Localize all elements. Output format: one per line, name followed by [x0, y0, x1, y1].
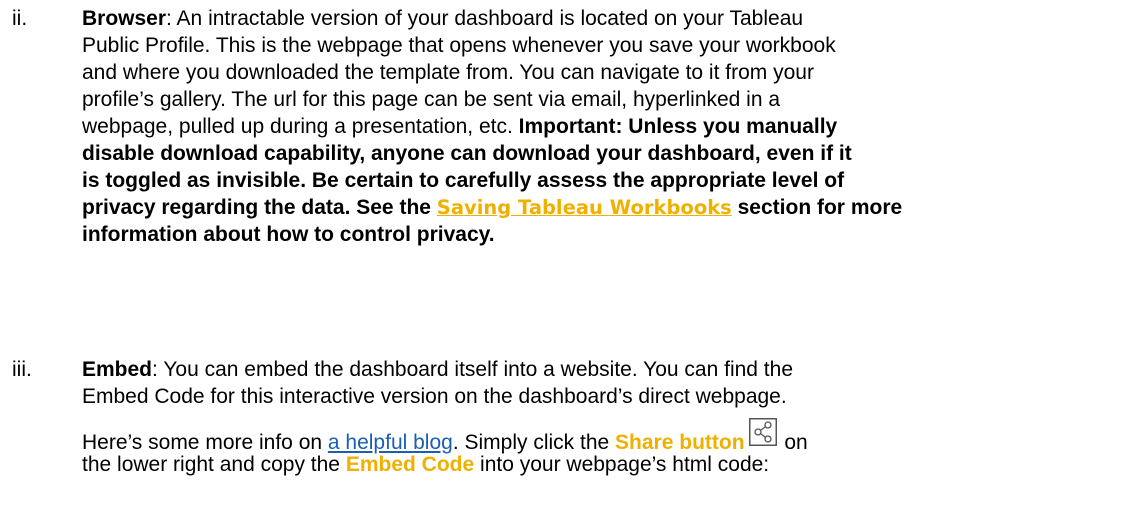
- text-line: is toggled as invisible. Be certain to c…: [82, 169, 845, 192]
- list-item-body: Embed: You can embed the dashboard itsel…: [82, 356, 1122, 478]
- share-icon-glyph: [748, 418, 777, 446]
- text-line: Browser: An intractable version of your …: [82, 5, 1122, 32]
- list-numeral: iii.: [12, 358, 32, 381]
- text-line: and where you downloaded the template fr…: [82, 61, 814, 84]
- text-line: disable download capability, anyone can …: [82, 142, 852, 165]
- list-item-body: Browser: An intractable version of your …: [82, 5, 1122, 248]
- text-line: Public Profile. This is the webpage that…: [82, 34, 836, 57]
- text-span: the lower right and copy the: [82, 453, 346, 476]
- text-line: privacy regarding the data. See the Savi…: [82, 194, 1122, 221]
- text-span: privacy regarding the data. See the: [82, 196, 437, 219]
- embed-code-label: Embed Code: [345, 453, 475, 476]
- term-embed: Embed: [82, 358, 153, 381]
- saving-workbooks-link[interactable]: Saving Tableau Workbooks: [437, 196, 732, 219]
- text-span: section for more: [731, 196, 903, 219]
- text-line: Embed: You can embed the dashboard itsel…: [82, 356, 1122, 383]
- text-span: webpage, pulled up during a presentation…: [82, 115, 519, 138]
- term-browser: Browser: [82, 7, 167, 30]
- text-line: Here’s some more info on a helpful blog.…: [82, 418, 1122, 454]
- text-span: An intractable version of your dashboard…: [171, 7, 804, 30]
- text-span: You can embed the dashboard itself into …: [157, 358, 793, 381]
- important-text: Important: Unless you manually: [518, 115, 838, 138]
- share-icon: [748, 418, 779, 451]
- text-span: on: [778, 431, 808, 454]
- text-line: profile’s gallery. The url for this page…: [82, 88, 781, 111]
- text-line: the lower right and copy the Embed Code …: [82, 451, 1122, 478]
- text-line: information about how to control privacy…: [82, 223, 495, 246]
- text-span: into your webpage’s html code:: [474, 453, 770, 476]
- text-line: webpage, pulled up during a presentation…: [82, 113, 1122, 140]
- text-line: Embed Code for this interactive version …: [82, 385, 787, 408]
- list-numeral: ii.: [12, 7, 28, 30]
